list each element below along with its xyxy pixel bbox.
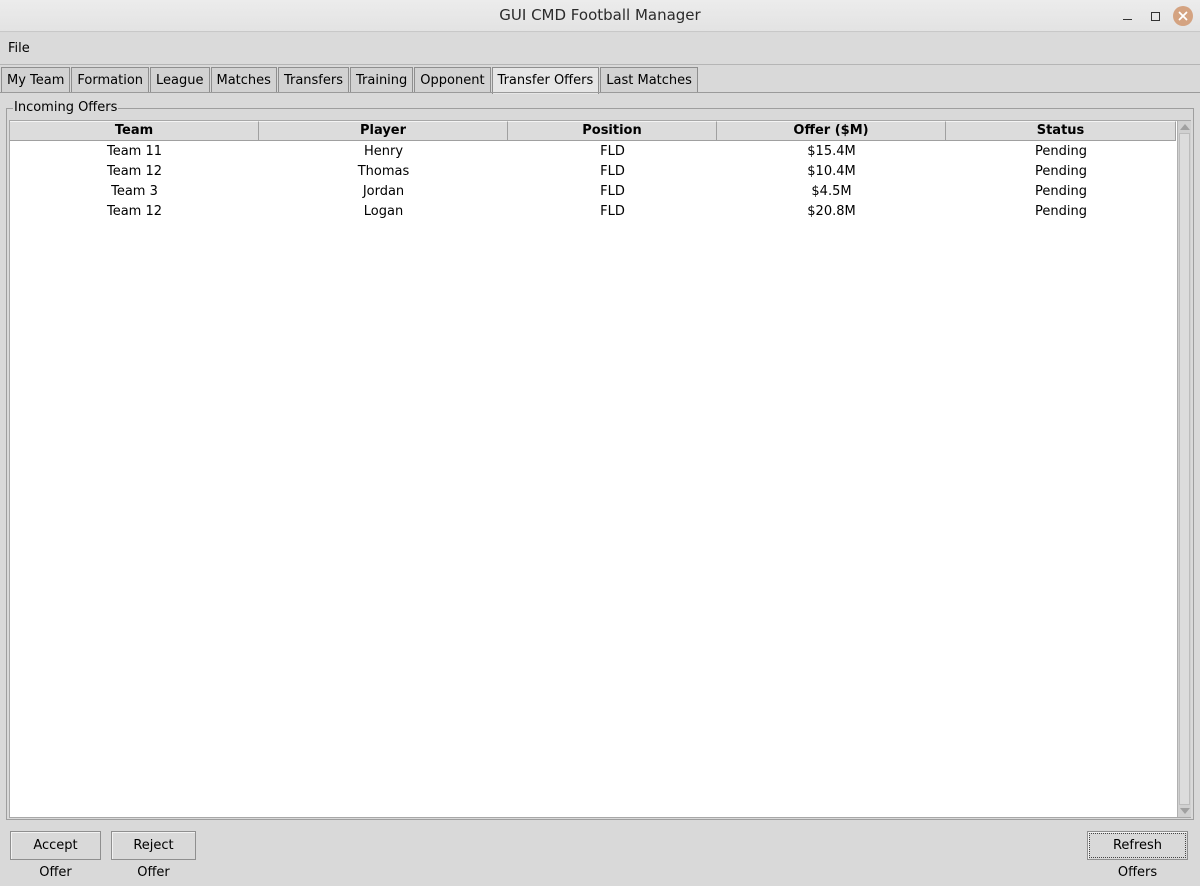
menu-bar: File	[0, 33, 1200, 65]
column-header-position[interactable]: Position	[508, 121, 717, 141]
vertical-scrollbar[interactable]	[1177, 121, 1191, 817]
tab-league[interactable]: League	[150, 67, 210, 93]
column-header-player[interactable]: Player	[259, 121, 508, 141]
app-window: GUI CMD Football Manager File My Team Fo…	[0, 0, 1200, 880]
cell-player: Logan	[363, 204, 404, 219]
minimize-button[interactable]	[1118, 7, 1136, 25]
group-title: Incoming Offers	[13, 100, 119, 115]
reject-offer-button[interactable]: Reject Offer	[111, 831, 196, 880]
cell-position: FLD	[600, 144, 625, 159]
tab-panel-border	[0, 92, 1200, 93]
cell-player: Henry	[363, 144, 404, 159]
tab-transfer-offers[interactable]: Transfer Offers	[491, 67, 600, 94]
cell-status: Pending	[1035, 184, 1087, 199]
menu-file[interactable]: File	[8, 41, 30, 56]
cell-status: Pending	[1035, 204, 1087, 219]
offers-table[interactable]: Team Player Position Offer ($M) Status T…	[9, 120, 1191, 818]
table-row[interactable]: Team 12 Thomas FLD $10.4M Pending	[10, 162, 1176, 182]
accept-offer-button[interactable]: Accept Offer	[10, 831, 101, 880]
table-header: Team Player Position Offer ($M) Status	[10, 121, 1176, 141]
refresh-offers-button[interactable]: Refresh Offers	[1087, 831, 1188, 880]
close-icon	[1178, 11, 1188, 21]
cell-status: Pending	[1035, 164, 1087, 179]
cell-team: Team 3	[111, 184, 158, 199]
title-bar[interactable]: GUI CMD Football Manager	[0, 0, 1200, 32]
maximize-button[interactable]	[1146, 7, 1164, 25]
scroll-thumb[interactable]	[1179, 133, 1190, 805]
tab-opponent[interactable]: Opponent	[414, 67, 491, 93]
tab-my-team[interactable]: My Team	[1, 67, 71, 93]
column-header-offer[interactable]: Offer ($M)	[717, 121, 946, 141]
maximize-icon	[1150, 11, 1160, 21]
cell-offer: $10.4M	[807, 164, 856, 179]
cell-offer: $4.5M	[811, 184, 852, 199]
cell-team: Team 12	[106, 204, 163, 219]
table-body: Team 11 Henry FLD $15.4M Pending Team 12…	[10, 142, 1176, 222]
cell-player: Thomas	[357, 164, 410, 179]
tab-formation[interactable]: Formation	[71, 67, 150, 93]
scroll-up-icon[interactable]	[1180, 124, 1190, 130]
tab-matches[interactable]: Matches	[210, 67, 277, 93]
cell-position: FLD	[600, 164, 625, 179]
tab-training[interactable]: Training	[349, 67, 414, 93]
column-header-status[interactable]: Status	[946, 121, 1176, 141]
cell-offer: $15.4M	[807, 144, 856, 159]
tab-bar: My Team Formation League Matches Transfe…	[1, 67, 699, 94]
cell-team: Team 11	[106, 144, 163, 159]
cell-offer: $20.8M	[807, 204, 856, 219]
tab-transfers[interactable]: Transfers	[277, 67, 349, 93]
cell-team: Team 12	[106, 164, 163, 179]
column-header-team[interactable]: Team	[10, 121, 259, 141]
cell-position: FLD	[600, 204, 625, 219]
cell-position: FLD	[600, 184, 625, 199]
window-title: GUI CMD Football Manager	[499, 6, 701, 24]
table-row[interactable]: Team 12 Logan FLD $20.8M Pending	[10, 202, 1176, 222]
cell-status: Pending	[1035, 144, 1087, 159]
table-row[interactable]: Team 3 Jordan FLD $4.5M Pending	[10, 182, 1176, 202]
minimize-icon	[1122, 18, 1132, 20]
tab-last-matches[interactable]: Last Matches	[600, 67, 698, 93]
scroll-down-icon[interactable]	[1180, 808, 1190, 814]
close-button[interactable]	[1173, 6, 1193, 26]
table-row[interactable]: Team 11 Henry FLD $15.4M Pending	[10, 142, 1176, 162]
cell-player: Jordan	[362, 184, 405, 199]
